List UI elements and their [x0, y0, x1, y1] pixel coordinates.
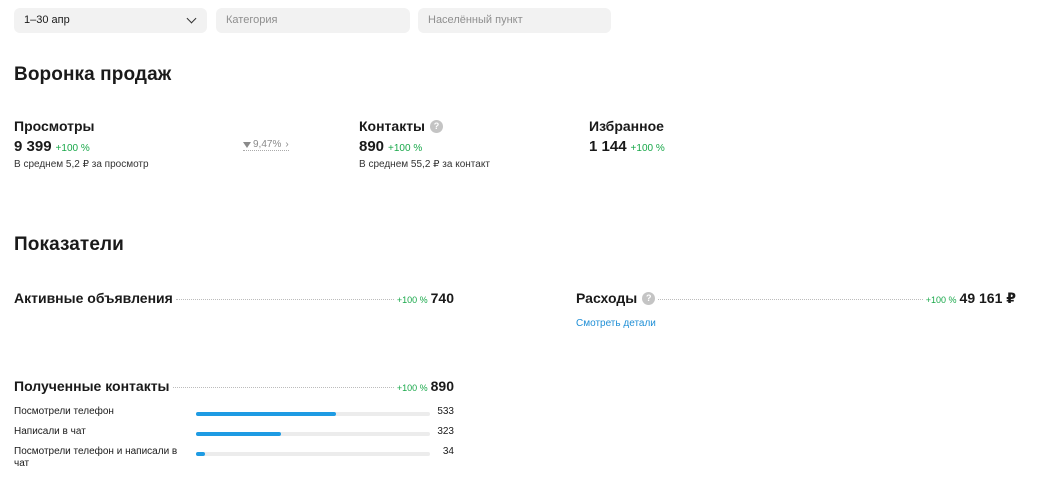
- progress-fill: [196, 412, 337, 416]
- dotted-leader: [175, 299, 394, 300]
- progress-track: [196, 412, 430, 416]
- city-select[interactable]: Населённый пункт: [418, 8, 611, 33]
- conversion-value: 9,47%: [253, 139, 282, 150]
- date-range-select[interactable]: 1–30 апр: [14, 8, 207, 33]
- received-contacts-delta: +100 %: [396, 383, 428, 393]
- progress-track: [196, 452, 430, 456]
- breakdown-label: Написали в чат: [14, 426, 86, 437]
- progress-fill: [196, 432, 281, 436]
- received-contacts-value: 890: [430, 378, 454, 394]
- views-label: Просмотры: [14, 118, 95, 134]
- metrics-title: Показатели: [14, 234, 124, 255]
- category-select[interactable]: Категория: [216, 8, 410, 33]
- favorites-delta: +100 %: [630, 143, 665, 154]
- help-icon[interactable]: ?: [430, 119, 444, 133]
- views-value: 9 399: [14, 138, 52, 155]
- contacts-delta: +100 %: [388, 143, 423, 154]
- active-ads-row: Активные объявления +100 % 740: [14, 290, 454, 306]
- contacts-metric: Контакты ? 890 +100 % В среднем 55,2 ₽ з…: [359, 118, 490, 170]
- favorites-metric: Избранное 1 144 +100 %: [589, 118, 665, 155]
- active-ads-label: Активные объявления: [14, 290, 173, 306]
- active-ads-value: 740: [430, 290, 454, 306]
- breakdown-label: Посмотрели телефон: [14, 406, 114, 417]
- received-contacts-label: Полученные контакты: [14, 378, 170, 394]
- views-metric: Просмотры 9 399 +100 % В среднем 5,2 ₽ з…: [14, 118, 149, 170]
- contacts-sub: В среднем 55,2 ₽ за контакт: [359, 159, 490, 170]
- views-delta: +100 %: [55, 143, 90, 154]
- contacts-label: Контакты: [359, 118, 426, 134]
- conversion-link[interactable]: 9,47% ›: [243, 139, 289, 151]
- costs-label: Расходы: [576, 290, 638, 306]
- funnel-icon: [243, 141, 251, 148]
- costs-delta: +100 %: [925, 295, 957, 305]
- contacts-value: 890: [359, 138, 385, 155]
- costs-value: 49 161 ₽: [959, 290, 1016, 306]
- breakdown-label: Посмотрели телефон и написали в чат: [14, 446, 178, 469]
- received-contacts-row: Полученные контакты +100 % 890: [14, 378, 454, 394]
- active-ads-delta: +100 %: [396, 295, 428, 305]
- progress-fill: [196, 452, 205, 456]
- funnel-title: Воронка продаж: [14, 64, 172, 85]
- dotted-leader: [172, 387, 394, 388]
- breakdown-value: 323: [437, 426, 454, 437]
- views-sub: В среднем 5,2 ₽ за просмотр: [14, 159, 149, 170]
- costs-details-link[interactable]: Смотреть детали: [576, 318, 656, 329]
- city-placeholder: Населённый пункт: [428, 14, 523, 26]
- chevron-down-icon: [186, 13, 197, 24]
- category-placeholder: Категория: [226, 14, 278, 26]
- favorites-value: 1 144: [589, 138, 627, 155]
- costs-row: Расходы ? +100 % 49 161 ₽: [576, 290, 1016, 307]
- favorites-label: Избранное: [589, 118, 664, 134]
- date-range-value: 1–30 апр: [24, 14, 70, 26]
- help-icon[interactable]: ?: [642, 291, 656, 305]
- progress-track: [196, 432, 430, 436]
- dotted-leader: [658, 299, 923, 300]
- breakdown-value: 533: [437, 406, 454, 417]
- breakdown-value: 34: [442, 446, 454, 457]
- chevron-right-icon: ›: [285, 139, 289, 150]
